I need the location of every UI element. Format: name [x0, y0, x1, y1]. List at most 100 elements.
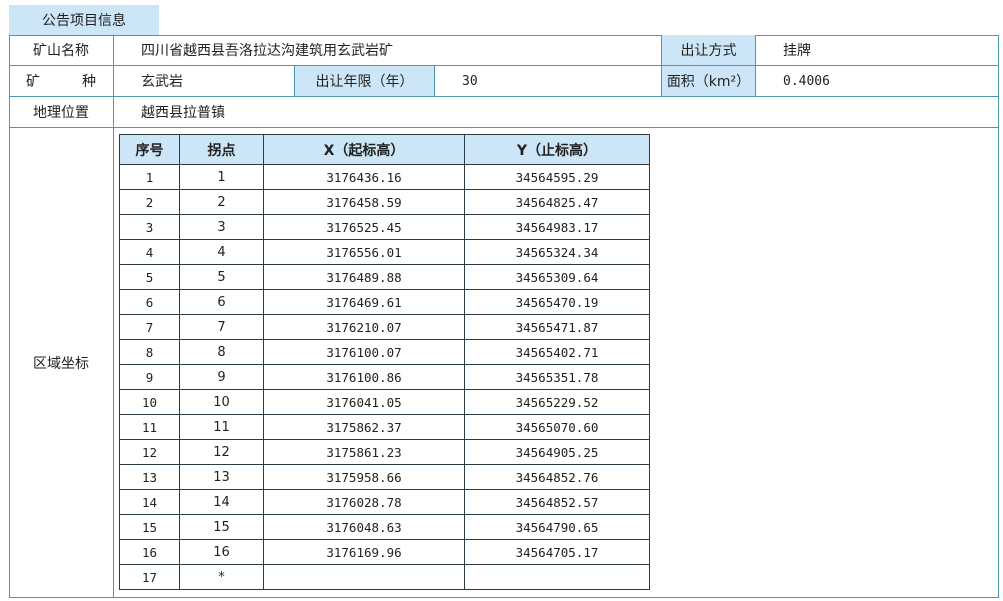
cell-y: 34564905.25 — [464, 439, 650, 465]
cell-index: 1 — [119, 164, 180, 190]
cell-point: 4 — [179, 239, 264, 265]
location-label: 地理位置 — [9, 97, 114, 128]
cell-index: 4 — [119, 239, 180, 265]
table-row: 11 11 3175862.37 34565070.60 — [119, 414, 650, 440]
cell-index: 13 — [119, 464, 180, 490]
table-row: 1 1 3176436.16 34564595.29 — [119, 164, 650, 190]
cell-x: 3176041.05 — [263, 389, 465, 415]
cell-x: 3176436.16 — [263, 164, 465, 190]
cell-x: 3176525.45 — [263, 214, 465, 240]
cell-x: 3176169.96 — [263, 539, 465, 565]
cell-point: 8 — [179, 339, 264, 365]
cell-index: 5 — [119, 264, 180, 290]
table-row: 16 16 3176169.96 34564705.17 — [119, 539, 650, 565]
col-header-index: 序号 — [119, 134, 180, 165]
cell-x: 3175958.66 — [263, 464, 465, 490]
cell-x: 3176100.86 — [263, 364, 465, 390]
cell-point: 1 — [179, 164, 264, 190]
tab-announcement-info[interactable]: 公告项目信息 — [9, 5, 159, 35]
cell-x: 3176100.07 — [263, 339, 465, 365]
cell-point: 7 — [179, 314, 264, 340]
coordinates-header-row: 序号 拐点 X（起标高） Y（止标高） — [119, 134, 650, 165]
cell-y: 34564852.57 — [464, 489, 650, 515]
table-row: 2 2 3176458.59 34564825.47 — [119, 189, 650, 215]
coordinates-table: 序号 拐点 X（起标高） Y（止标高） 1 1 3176436.16 34564595… — [119, 134, 650, 590]
cell-index: 14 — [119, 489, 180, 515]
cell-index: 6 — [119, 289, 180, 315]
table-row: 3 3 3176525.45 34564983.17 — [119, 214, 650, 240]
cell-point: 11 — [179, 414, 264, 440]
cell-point: 15 — [179, 514, 264, 540]
table-row: 7 7 3176210.07 34565471.87 — [119, 314, 650, 340]
col-header-point: 拐点 — [179, 134, 264, 165]
cell-index: 8 — [119, 339, 180, 365]
cell-point: 6 — [179, 289, 264, 315]
cell-y: 34564825.47 — [464, 189, 650, 215]
cell-x: 3176489.88 — [263, 264, 465, 290]
mineral-label: 矿 种 — [9, 66, 114, 97]
cell-y: 34564790.65 — [464, 514, 650, 540]
cell-y: 34565229.52 — [464, 389, 650, 415]
cell-y: 34565470.19 — [464, 289, 650, 315]
area-value: 0.4006 — [756, 66, 999, 97]
cell-x — [263, 564, 465, 590]
cell-point: 9 — [179, 364, 264, 390]
mine-name-label: 矿山名称 — [9, 35, 114, 66]
cell-y: 34564595.29 — [464, 164, 650, 190]
cell-point: 16 — [179, 539, 264, 565]
cell-y: 34564983.17 — [464, 214, 650, 240]
cell-y: 34564852.76 — [464, 464, 650, 490]
table-row: 8 8 3176100.07 34565402.71 — [119, 339, 650, 365]
cell-point: 3 — [179, 214, 264, 240]
cell-point: 5 — [179, 264, 264, 290]
cell-y: 34565309.64 — [464, 264, 650, 290]
cell-index: 15 — [119, 514, 180, 540]
cell-index: 9 — [119, 364, 180, 390]
cell-x: 3175862.37 — [263, 414, 465, 440]
cell-point: 14 — [179, 489, 264, 515]
mine-name-value: 四川省越西县吾洛拉达沟建筑用玄武岩矿 — [114, 35, 662, 66]
cell-x: 3175861.23 — [263, 439, 465, 465]
cell-y — [464, 564, 650, 590]
cell-x: 3176048.63 — [263, 514, 465, 540]
table-row: 10 10 3176041.05 34565229.52 — [119, 389, 650, 415]
cell-index: 12 — [119, 439, 180, 465]
cell-index: 3 — [119, 214, 180, 240]
term-value: 30 — [435, 66, 662, 97]
cell-y: 34565324.34 — [464, 239, 650, 265]
cell-point: 2 — [179, 189, 264, 215]
cell-y: 34565351.78 — [464, 364, 650, 390]
table-row: 12 12 3175861.23 34564905.25 — [119, 439, 650, 465]
cell-point: 10 — [179, 389, 264, 415]
table-row: 6 6 3176469.61 34565470.19 — [119, 289, 650, 315]
table-row: 17 * — [119, 564, 650, 590]
col-header-x: X（起标高） — [263, 134, 465, 165]
term-label: 出让年限（年） — [295, 66, 435, 97]
cell-x: 3176210.07 — [263, 314, 465, 340]
cell-y: 34565402.71 — [464, 339, 650, 365]
cell-point: * — [179, 564, 264, 590]
cell-y: 34565471.87 — [464, 314, 650, 340]
table-row: 14 14 3176028.78 34564852.57 — [119, 489, 650, 515]
location-value: 越西县拉普镇 — [114, 97, 999, 128]
cell-x: 3176469.61 — [263, 289, 465, 315]
table-row: 13 13 3175958.66 34564852.76 — [119, 464, 650, 490]
cell-index: 7 — [119, 314, 180, 340]
cell-x: 3176556.01 — [263, 239, 465, 265]
table-row: 9 9 3176100.86 34565351.78 — [119, 364, 650, 390]
area-label: 面积（km²） — [662, 66, 756, 97]
col-header-y: Y（止标高） — [464, 134, 650, 165]
cell-point: 12 — [179, 439, 264, 465]
cell-index: 10 — [119, 389, 180, 415]
table-row: 5 5 3176489.88 34565309.64 — [119, 264, 650, 290]
cell-index: 17 — [119, 564, 180, 590]
table-row: 15 15 3176048.63 34564790.65 — [119, 514, 650, 540]
mineral-value: 玄武岩 — [114, 66, 295, 97]
cell-y: 34565070.60 — [464, 414, 650, 440]
cell-index: 11 — [119, 414, 180, 440]
coords-label: 区域坐标 — [9, 128, 114, 598]
cell-index: 16 — [119, 539, 180, 565]
table-row: 4 4 3176556.01 34565324.34 — [119, 239, 650, 265]
cell-x: 3176458.59 — [263, 189, 465, 215]
cell-point: 13 — [179, 464, 264, 490]
